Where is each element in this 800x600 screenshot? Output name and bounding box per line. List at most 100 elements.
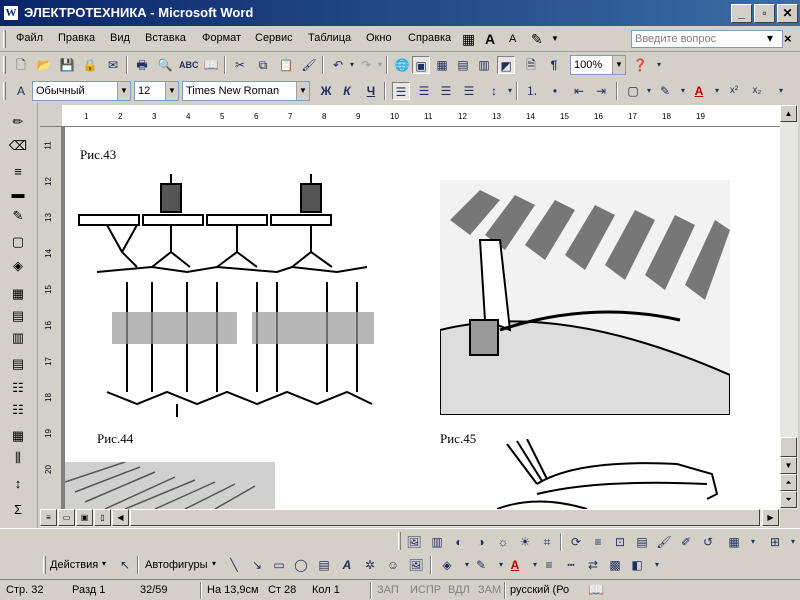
superscript-icon[interactable]: x²	[725, 82, 743, 100]
decrease-indent-icon[interactable]: ⇤	[570, 82, 588, 100]
justify-icon[interactable]: ☰	[460, 82, 478, 100]
toolbar-grip[interactable]	[43, 556, 46, 574]
chevron-down-icon[interactable]: ▾	[102, 559, 106, 568]
line-style-icon[interactable]: ≡	[540, 556, 558, 574]
status-extend[interactable]: ВДЛ	[448, 584, 470, 596]
vertical-scrollbar[interactable]: ▲ ▼ ⏶ ⏷	[780, 105, 798, 509]
permission-icon[interactable]: 🔒	[81, 56, 99, 74]
drawing-icon[interactable]: ◩	[497, 56, 515, 74]
maximize-button[interactable]: ▫	[754, 4, 775, 23]
subscript-icon[interactable]: x₂	[748, 82, 766, 100]
text-box-icon[interactable]: ▤	[315, 556, 333, 574]
distribute-columns-icon[interactable]: ☷	[8, 401, 28, 419]
chevron-down-icon[interactable]: ▼	[117, 82, 130, 100]
menu-grip[interactable]	[3, 30, 6, 48]
compress-icon[interactable]: ⊡	[611, 533, 629, 551]
bold-button[interactable]: Ж	[317, 82, 335, 100]
copy-icon[interactable]: ⧉	[254, 56, 272, 74]
next-page-icon[interactable]: ⏷	[780, 491, 797, 508]
normal-view-icon[interactable]: ≡	[40, 509, 57, 526]
shading-icon[interactable]: ◈	[8, 257, 28, 275]
hyperlink-icon[interactable]: 🌐	[393, 56, 411, 74]
previous-page-icon[interactable]: ⏶	[780, 474, 797, 491]
horizontal-scrollbar[interactable]: ≡ ▭ ▣ ▯ ◀ ▶	[40, 509, 780, 527]
toolbar-options-icon[interactable]: ▾	[650, 56, 668, 74]
title-bar[interactable]: W ЭЛЕКТРОТЕХНИКА - Microsoft Word _ ▫ ✕	[0, 0, 800, 26]
toolbar-grip[interactable]	[3, 56, 6, 74]
toolbar-options-icon[interactable]: ▾	[784, 533, 800, 551]
grid-icon[interactable]: ⊞	[766, 533, 784, 551]
line-weight-icon[interactable]: ▬	[8, 185, 28, 203]
reading-layout-icon[interactable]: ▯	[94, 509, 111, 526]
color-icon[interactable]: ▥	[428, 533, 446, 551]
increase-indent-icon[interactable]: ⇥	[592, 82, 610, 100]
reset-picture-icon[interactable]: ↺	[699, 533, 717, 551]
show-formatting-icon[interactable]: ¶	[545, 56, 563, 74]
chevron-down-icon[interactable]: ▼	[296, 82, 309, 100]
new-document-icon[interactable]: 🗋	[12, 56, 30, 74]
spelling-status-icon[interactable]: 📖	[588, 582, 604, 598]
menu-table[interactable]: Таблица	[308, 32, 351, 44]
menu-help[interactable]: Справка	[408, 32, 451, 44]
format-picture-icon[interactable]: 🖌	[655, 533, 673, 551]
dash-style-icon[interactable]: ┅	[562, 556, 580, 574]
chevron-down-icon[interactable]: ▾	[212, 559, 216, 568]
web-layout-icon[interactable]: ▭	[58, 509, 75, 526]
text-direction-icon[interactable]: ⫼	[8, 449, 28, 467]
font-size-select[interactable]: 12 ▼	[134, 81, 179, 101]
more-brightness-icon[interactable]: ☼	[494, 533, 512, 551]
insert-picture-icon[interactable]: 🖼	[405, 533, 423, 551]
style-select[interactable]: Обычный ▼	[32, 81, 131, 101]
cut-icon[interactable]: ✂	[231, 56, 249, 74]
table-icon[interactable]: ▦	[462, 30, 475, 48]
status-language[interactable]: русский (Ро	[510, 584, 569, 596]
insert-table-icon[interactable]: ▦	[433, 56, 451, 74]
chevron-down-icon[interactable]: ▼	[165, 82, 178, 100]
email-icon[interactable]: ✉	[104, 56, 122, 74]
scroll-right-icon[interactable]: ▶	[762, 509, 779, 526]
autosum-icon[interactable]: Σ	[8, 501, 28, 519]
font-color-icon[interactable]: A	[506, 556, 524, 574]
bullets-icon[interactable]: •	[546, 82, 564, 100]
border-color-icon[interactable]: ✎	[8, 207, 28, 225]
line-style-icon[interactable]: ≡	[589, 533, 607, 551]
toolbar-options-icon[interactable]: ▾	[648, 556, 666, 574]
spelling-icon[interactable]: ABC	[179, 56, 199, 74]
minimize-button[interactable]: _	[731, 4, 752, 23]
scroll-down-icon[interactable]: ▼	[780, 457, 797, 474]
highlight-icon[interactable]: ✎	[656, 82, 674, 100]
columns-icon[interactable]: ▥	[475, 56, 493, 74]
diagram-icon[interactable]: ✲	[361, 556, 379, 574]
align-cell-icon[interactable]: ▤	[8, 355, 28, 373]
line-color-icon[interactable]: ✎	[472, 556, 490, 574]
rotate-icon[interactable]: ⟳	[567, 533, 585, 551]
split-cells-icon[interactable]: ▥	[8, 329, 28, 347]
clip-art-icon[interactable]: ☺	[384, 556, 402, 574]
line-icon[interactable]: ╲	[225, 556, 243, 574]
horizontal-ruler[interactable]: 1 2 3 4 5 6 7 8 9 10 11 12 13 14 15 16 1…	[40, 105, 780, 127]
autoshapes-menu[interactable]: Автофигуры	[145, 559, 208, 571]
eraser-icon[interactable]: ⌫	[8, 137, 28, 155]
print-preview-icon[interactable]: 🔍	[156, 56, 174, 74]
underline-button[interactable]: Ч	[362, 82, 380, 100]
help-icon[interactable]: ❓	[631, 56, 649, 74]
autoformat-icon[interactable]: ▦	[8, 427, 28, 445]
chevron-down-icon[interactable]: ▼	[612, 56, 625, 74]
close-button[interactable]: ✕	[777, 4, 798, 23]
menu-edit[interactable]: Правка	[58, 32, 95, 44]
line-style-icon[interactable]: ≡	[8, 163, 28, 181]
zoom-select[interactable]: 100% ▼	[570, 55, 626, 75]
pencil-icon[interactable]: ✏	[8, 113, 28, 131]
arrow-icon[interactable]: ↘	[248, 556, 266, 574]
highlight-icon[interactable]: ✎	[531, 30, 543, 48]
close-document-icon[interactable]: ×	[784, 31, 792, 46]
status-record-macro[interactable]: ЗАП	[377, 584, 399, 596]
toolbar-options-icon[interactable]: ▾	[772, 82, 790, 100]
distribute-rows-icon[interactable]: ☷	[8, 379, 28, 397]
document-page[interactable]: Рис.43 Рис.44 Рис.45	[65, 127, 780, 509]
set-transparent-icon[interactable]: ✐	[677, 533, 695, 551]
font-color-icon[interactable]: A	[690, 82, 708, 100]
fill-color-icon[interactable]: ◈	[438, 556, 456, 574]
ask-dropdown-icon[interactable]: ▾	[767, 31, 773, 45]
toolbar-grip[interactable]	[398, 532, 401, 550]
